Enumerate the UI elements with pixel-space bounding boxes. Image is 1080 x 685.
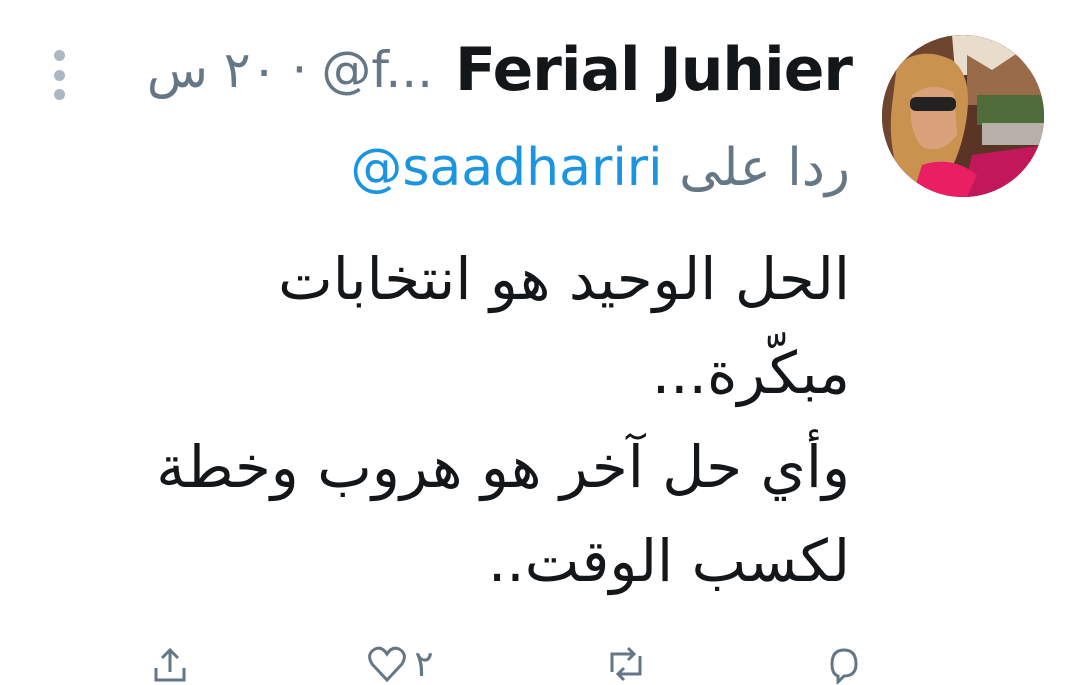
like-button[interactable]: ٢	[366, 644, 434, 685]
tweet-text-line: الحل الوحيد هو انتخابات	[278, 245, 850, 313]
tweet-meta: @f... · ٢٠ س	[147, 41, 433, 99]
avatar-photo-icon	[882, 35, 1044, 197]
display-name[interactable]: Ferial Juhier	[455, 35, 853, 105]
tweet-timestamp[interactable]: ٢٠ س	[147, 41, 278, 99]
like-icon	[368, 646, 407, 683]
user-handle[interactable]: @f...	[321, 41, 433, 99]
avatar[interactable]	[882, 35, 1044, 197]
reply-button[interactable]	[824, 644, 870, 684]
retweet-button[interactable]	[604, 644, 654, 684]
share-button[interactable]	[150, 644, 196, 684]
tweet-header: Ferial Juhier @f... · ٢٠ س	[147, 30, 853, 110]
reply-prefix: ردا على	[679, 138, 850, 198]
tweet-text-line: وأي حل آخر هو هروب وخطة	[156, 433, 850, 501]
share-icon	[154, 647, 186, 682]
tweet-card[interactable]: Ferial Juhier @f... · ٢٠ س ردا على @saad…	[0, 0, 1080, 685]
reply-icon	[830, 648, 858, 684]
reply-mention-link[interactable]: @saadhariri	[350, 138, 662, 198]
tweet-text-line: لكسب الوقت..	[487, 527, 850, 595]
more-vertical-icon[interactable]	[44, 50, 74, 100]
tweet-text: الحل الوحيد هو انتخابات مبكّرة... وأي حل…	[90, 232, 850, 608]
tweet-actions: ٢	[150, 644, 870, 685]
more-dot	[53, 50, 65, 61]
tweet-text-line: مبكّرة...	[651, 339, 850, 407]
retweet-icon	[610, 646, 642, 682]
meta-separator: ·	[291, 41, 308, 99]
more-dot	[53, 69, 65, 81]
more-dot	[53, 89, 65, 100]
reply-context: ردا على @saadhariri	[350, 138, 850, 216]
like-count: ٢	[414, 644, 434, 685]
